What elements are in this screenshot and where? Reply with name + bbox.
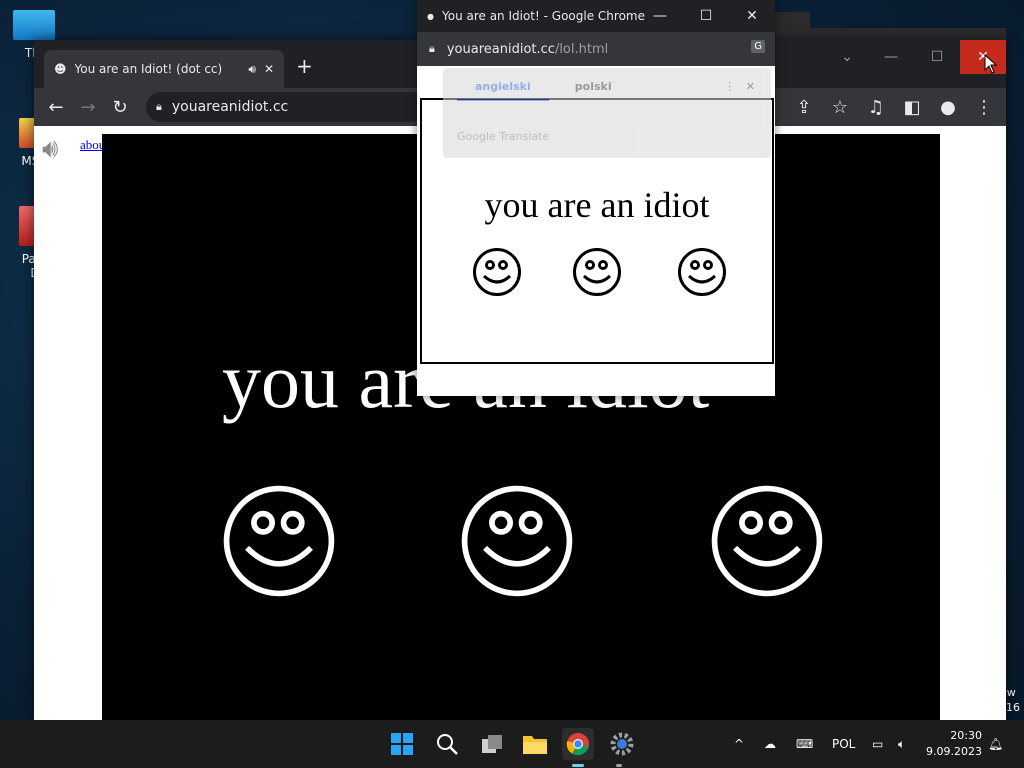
translate-tab-source[interactable]: angielski bbox=[457, 80, 549, 101]
keyboard-icon[interactable]: ⌨ bbox=[796, 720, 813, 768]
volume-muted-icon[interactable]: 🔈︎ bbox=[898, 720, 905, 768]
popup-maximize-button[interactable]: ☐ bbox=[683, 0, 729, 32]
popup-page-content: you are an idiot angielski polski ⋮ ✕ Go… bbox=[417, 66, 775, 396]
popup-address-bar[interactable]: 🔒︎ youareanidiot.cc/lol.html G bbox=[417, 32, 775, 66]
popup-window-title: You are an Idiot! - Google Chrome bbox=[441, 9, 645, 23]
new-tab-button[interactable]: + bbox=[296, 56, 313, 76]
popup-url-host: youareanidiot.cc bbox=[446, 41, 555, 57]
mouse-cursor-icon bbox=[984, 54, 998, 74]
cloud-sync-icon[interactable]: ☁ bbox=[764, 720, 776, 768]
task-view-button[interactable] bbox=[476, 728, 508, 760]
popup-minimize-button[interactable]: — bbox=[637, 0, 683, 32]
translate-tab-target[interactable]: polski bbox=[575, 80, 612, 101]
search-icon bbox=[437, 734, 458, 755]
tab-you-are-an-idiot[interactable]: ☻ You are an Idiot! (dot cc) 🔊︎ ✕ bbox=[44, 50, 284, 88]
profile-icon[interactable]: ● bbox=[932, 91, 964, 123]
lock-icon: 🔒︎ bbox=[156, 100, 162, 113]
toolbar-actions: ⇪ ☆ ♫ ◧ ● ⋮ bbox=[788, 91, 1000, 123]
smiley-face-icon bbox=[461, 485, 573, 597]
smiley-face-icon bbox=[711, 485, 823, 597]
forward-button[interactable]: → bbox=[72, 91, 104, 123]
favicon-icon: ● bbox=[427, 11, 434, 21]
menu-kebab-icon[interactable]: ⋮ bbox=[968, 91, 1000, 123]
smiley-favicon-icon: ☻ bbox=[54, 62, 67, 76]
media-control-icon[interactable]: ♫ bbox=[860, 91, 892, 123]
popup-heading: you are an idiot bbox=[484, 185, 710, 225]
minimize-button[interactable]: — bbox=[868, 40, 914, 74]
bookmark-star-icon[interactable]: ☆ bbox=[824, 91, 856, 123]
taskbar: ^ ☁ ⌨ POL ▭ 🔈︎ 20:30 9.09.2023 🔔︎ bbox=[0, 720, 1024, 768]
maximize-button[interactable]: ☐ bbox=[914, 40, 960, 74]
gear-icon bbox=[610, 732, 634, 756]
popup-close-button[interactable]: ✕ bbox=[729, 0, 775, 32]
popup-browser-window: ● You are an Idiot! - Google Chrome — ☐ … bbox=[417, 0, 775, 396]
windows-logo-icon bbox=[391, 733, 413, 755]
translate-bubble: angielski polski ⋮ ✕ Google Translate bbox=[443, 68, 771, 158]
language-indicator[interactable]: POL bbox=[832, 720, 855, 768]
chrome-icon bbox=[566, 733, 589, 756]
monitor-icon bbox=[13, 10, 55, 40]
clock-date: 9.09.2023 bbox=[926, 745, 982, 758]
notification-bell-icon[interactable]: 🔔︎ bbox=[988, 720, 1003, 768]
tab-title: You are an Idiot! (dot cc) bbox=[74, 62, 223, 76]
translate-close-icon[interactable]: ⋮ ✕ bbox=[724, 80, 755, 93]
close-button[interactable]: ✕ bbox=[960, 40, 1006, 74]
settings-button[interactable] bbox=[606, 728, 638, 760]
popup-url-path: /lol.html bbox=[554, 41, 609, 57]
active-app-indicator bbox=[572, 764, 584, 767]
tab-search-button[interactable]: ⌄ bbox=[824, 40, 870, 74]
clock[interactable]: 20:30 9.09.2023 bbox=[926, 728, 982, 760]
smiley-face-icon bbox=[573, 248, 621, 296]
file-explorer-button[interactable] bbox=[519, 728, 551, 760]
lock-icon: 🔒︎ bbox=[429, 42, 435, 55]
running-app-indicator bbox=[616, 764, 622, 767]
network-icon[interactable]: ▭ bbox=[872, 720, 883, 768]
translate-icon[interactable]: G bbox=[751, 40, 765, 53]
tab-close-icon[interactable]: ✕ bbox=[264, 62, 274, 76]
back-button[interactable]: ← bbox=[40, 91, 72, 123]
share-icon[interactable]: ⇪ bbox=[788, 91, 820, 123]
tray-overflow-button[interactable]: ^ bbox=[734, 720, 744, 768]
audio-playing-icon[interactable]: 🔊︎ bbox=[248, 62, 256, 77]
clock-time: 20:30 bbox=[950, 729, 982, 742]
desktop-edge-text: 16 bbox=[1006, 701, 1020, 714]
reload-button[interactable]: ↻ bbox=[104, 91, 136, 123]
task-view-icon bbox=[482, 735, 502, 753]
smiley-face-icon bbox=[223, 485, 335, 597]
chrome-button[interactable] bbox=[562, 728, 594, 760]
start-button[interactable] bbox=[386, 728, 418, 760]
search-button[interactable] bbox=[431, 728, 463, 760]
side-panel-icon[interactable]: ◧ bbox=[896, 91, 928, 123]
speaker-icon[interactable]: 🔊︎ bbox=[42, 134, 58, 165]
translate-note: Google Translate bbox=[457, 130, 550, 143]
address-text: youareanidiot.cc bbox=[171, 99, 289, 115]
smiley-face-icon bbox=[473, 248, 521, 296]
folder-icon bbox=[523, 736, 547, 754]
address-bar[interactable]: 🔒︎ youareanidiot.cc bbox=[146, 92, 426, 122]
smiley-face-icon bbox=[678, 248, 726, 296]
